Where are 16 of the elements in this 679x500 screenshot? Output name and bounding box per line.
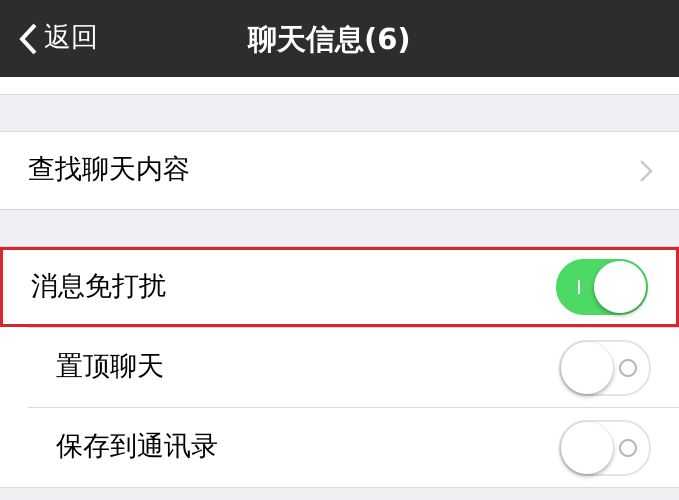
off-mark-icon: [619, 358, 637, 376]
window-title: 聊天信息(6): [248, 21, 411, 58]
back-chevron-icon: [18, 22, 38, 56]
toggle-switch[interactable]: [559, 340, 651, 396]
back-button[interactable]: 返回: [0, 18, 98, 59]
switch-knob: [561, 342, 613, 394]
switch-knob: [561, 422, 613, 474]
search-history-row[interactable]: 查找聊天内容: [0, 131, 679, 210]
switch-knob: [594, 261, 646, 313]
toggle-switch[interactable]: [559, 420, 651, 476]
chevron-right-icon: [639, 158, 653, 182]
setting-label: 置顶聊天: [56, 350, 164, 384]
off-mark-icon: [619, 438, 637, 456]
setting-label: 消息免打扰: [31, 270, 166, 304]
setting-label: 保存到通讯录: [56, 430, 218, 464]
toggle-switch[interactable]: [556, 259, 648, 315]
